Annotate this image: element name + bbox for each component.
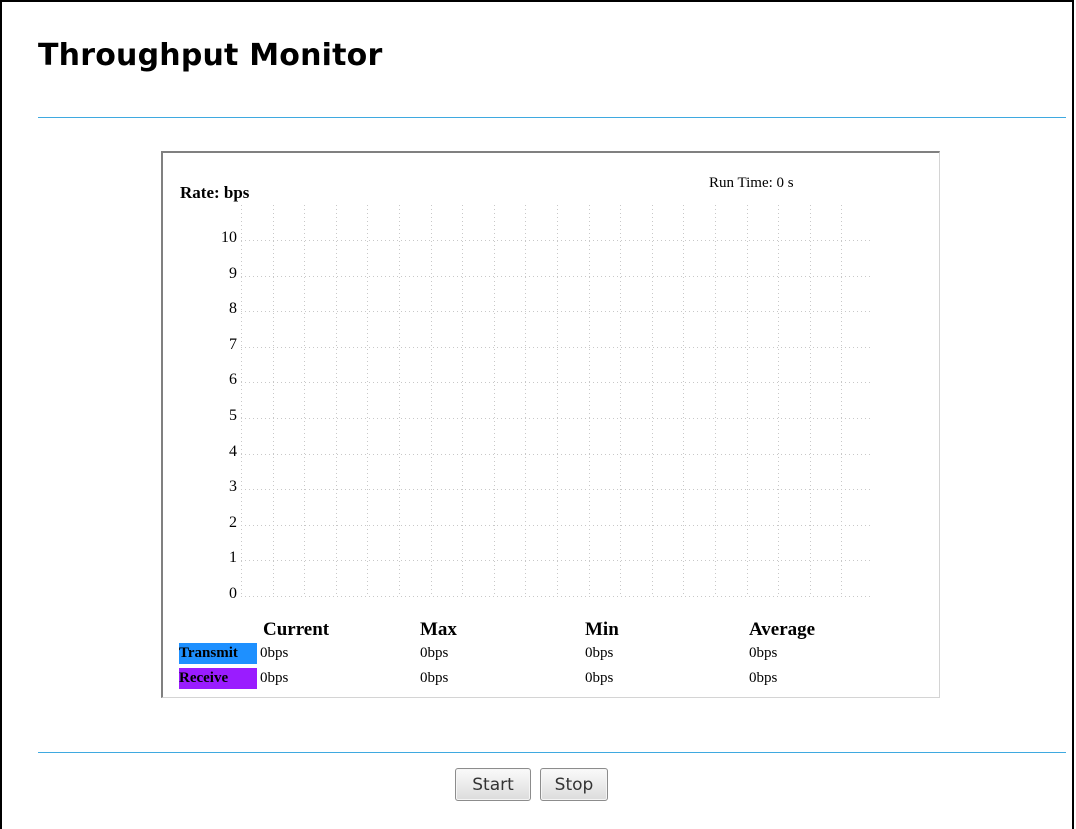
y-tick-label: 2 bbox=[229, 513, 237, 531]
col-average: Average bbox=[749, 619, 816, 640]
y-tick-label: 3 bbox=[229, 478, 237, 496]
y-tick-label: 10 bbox=[221, 229, 237, 246]
y-tick-label: 5 bbox=[229, 407, 237, 424]
receive-legend: Receive bbox=[179, 668, 257, 689]
col-min: Min bbox=[585, 619, 619, 640]
y-tick-label: 9 bbox=[229, 264, 237, 282]
footer-divider bbox=[38, 752, 1066, 753]
y-tick-label: 7 bbox=[229, 335, 237, 353]
y-tick-label: 6 bbox=[229, 371, 237, 389]
transmit-legend: Transmit bbox=[179, 643, 257, 664]
page-title: Throughput Monitor bbox=[38, 38, 383, 73]
title-divider bbox=[38, 117, 1066, 118]
col-max: Max bbox=[420, 619, 457, 640]
run-time-value: 0 bbox=[776, 175, 785, 191]
transmit-max: 0bps bbox=[420, 645, 449, 661]
rate-label: Rate: bps bbox=[180, 183, 250, 202]
receive-min: 0bps bbox=[585, 670, 614, 686]
stop-button[interactable]: Stop bbox=[540, 768, 608, 801]
receive-average: 0bps bbox=[749, 670, 778, 686]
transmit-min: 0bps bbox=[585, 645, 614, 661]
chart-grid bbox=[241, 205, 873, 597]
receive-max: 0bps bbox=[420, 670, 449, 686]
transmit-average: 0bps bbox=[749, 645, 778, 661]
run-time: Run Time: 0 s bbox=[709, 175, 794, 192]
transmit-current: 0bps bbox=[260, 645, 289, 661]
start-button[interactable]: Start bbox=[455, 768, 531, 801]
run-time-label: Run Time: bbox=[709, 175, 773, 191]
receive-current: 0bps bbox=[260, 670, 289, 686]
y-tick-label: 4 bbox=[229, 442, 237, 460]
y-tick-label: 8 bbox=[229, 300, 237, 318]
col-current: Current bbox=[263, 619, 330, 640]
y-tick-label: 0 bbox=[229, 585, 237, 602]
run-time-unit: s bbox=[787, 175, 794, 191]
y-tick-label: 1 bbox=[229, 549, 237, 567]
throughput-chart bbox=[241, 205, 873, 597]
throughput-panel: Rate: bps Run Time: 0 s 0 1 2 3 4 5 6 7 8 9 10 Cur… bbox=[161, 151, 940, 698]
